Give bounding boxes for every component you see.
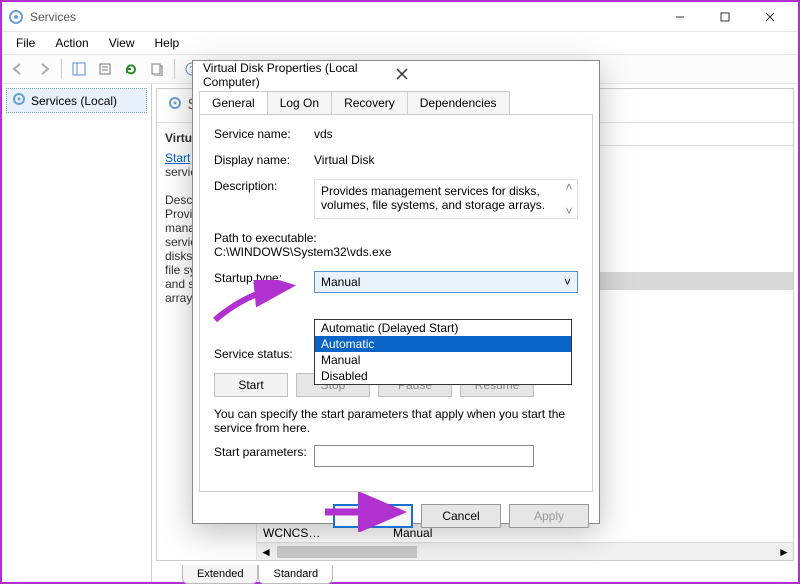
startup-type-label: Startup type: bbox=[214, 271, 314, 285]
properties-button[interactable] bbox=[93, 57, 117, 81]
window-titlebar: Services bbox=[2, 2, 798, 32]
tree-item-label: Services (Local) bbox=[31, 94, 117, 108]
scroll-left-icon[interactable]: ◄ bbox=[257, 544, 275, 560]
cancel-button[interactable]: Cancel bbox=[421, 504, 501, 528]
close-button[interactable] bbox=[747, 3, 792, 31]
service-name-value: vds bbox=[314, 127, 578, 141]
option-automatic[interactable]: Automatic bbox=[315, 336, 571, 352]
tab-extended[interactable]: Extended bbox=[182, 565, 258, 584]
service-status-label: Service status: bbox=[214, 347, 314, 361]
start-button[interactable]: Start bbox=[214, 373, 288, 397]
display-name-label: Display name: bbox=[214, 153, 314, 167]
tab-standard[interactable]: Standard bbox=[258, 565, 333, 584]
option-disabled[interactable]: Disabled bbox=[315, 368, 571, 384]
menu-file[interactable]: File bbox=[8, 34, 43, 52]
gear-icon bbox=[167, 95, 183, 116]
show-hide-tree-button[interactable] bbox=[67, 57, 91, 81]
chevron-up-icon[interactable]: ˄ bbox=[565, 180, 572, 194]
bottom-tabs: Extended Standard bbox=[152, 565, 798, 584]
description-scrollbar[interactable]: ˄˅ bbox=[561, 180, 577, 218]
export-button[interactable] bbox=[145, 57, 169, 81]
ok-button[interactable]: OK bbox=[333, 504, 413, 528]
tree-item-services-local[interactable]: Services (Local) bbox=[6, 88, 147, 113]
path-value: C:\WINDOWS\System32\vds.exe bbox=[214, 245, 578, 259]
start-service-link[interactable]: Start bbox=[165, 151, 190, 165]
apply-button: Apply bbox=[509, 504, 589, 528]
chevron-down-icon: ˅ bbox=[564, 275, 571, 289]
menu-help[interactable]: Help bbox=[147, 34, 188, 52]
nav-back-button[interactable] bbox=[6, 57, 30, 81]
menubar: File Action View Help bbox=[2, 32, 798, 54]
scroll-right-icon[interactable]: ► bbox=[775, 544, 793, 560]
service-name-label: Service name: bbox=[214, 127, 314, 141]
console-tree: Services (Local) bbox=[2, 84, 152, 582]
option-automatic-delayed[interactable]: Automatic (Delayed Start) bbox=[315, 320, 571, 336]
option-manual[interactable]: Manual bbox=[315, 352, 571, 368]
description-box: Provides management services for disks, … bbox=[314, 179, 578, 219]
horizontal-scrollbar[interactable]: ◄ ► bbox=[257, 542, 793, 560]
refresh-button[interactable] bbox=[119, 57, 143, 81]
dialog-close-button[interactable] bbox=[396, 68, 589, 83]
nav-forward-button[interactable] bbox=[32, 57, 56, 81]
gear-icon bbox=[11, 91, 27, 110]
startup-type-combobox[interactable]: Manual ˅ bbox=[314, 271, 578, 293]
start-params-input[interactable] bbox=[314, 445, 534, 467]
maximize-button[interactable] bbox=[702, 3, 747, 31]
dialog-title: Virtual Disk Properties (Local Computer) bbox=[203, 61, 396, 89]
startup-type-dropdown[interactable]: Automatic (Delayed Start) Automatic Manu… bbox=[314, 319, 572, 385]
tab-general[interactable]: General bbox=[199, 91, 268, 114]
chevron-down-icon[interactable]: ˅ bbox=[565, 204, 572, 218]
minimize-button[interactable] bbox=[657, 3, 702, 31]
properties-dialog: Virtual Disk Properties (Local Computer)… bbox=[192, 60, 600, 524]
menu-view[interactable]: View bbox=[101, 34, 143, 52]
window-title: Services bbox=[30, 10, 657, 24]
tab-log-on[interactable]: Log On bbox=[267, 91, 332, 114]
description-label: Description: bbox=[214, 179, 314, 193]
tab-recovery[interactable]: Recovery bbox=[331, 91, 408, 114]
tab-dependencies[interactable]: Dependencies bbox=[407, 91, 510, 114]
start-params-label: Start parameters: bbox=[214, 445, 314, 459]
menu-action[interactable]: Action bbox=[47, 34, 96, 52]
services-app-icon bbox=[8, 9, 24, 25]
startup-hint: You can specify the start parameters tha… bbox=[214, 407, 578, 435]
display-name-value: Virtual Disk bbox=[314, 153, 578, 167]
path-label: Path to executable: bbox=[214, 231, 578, 245]
